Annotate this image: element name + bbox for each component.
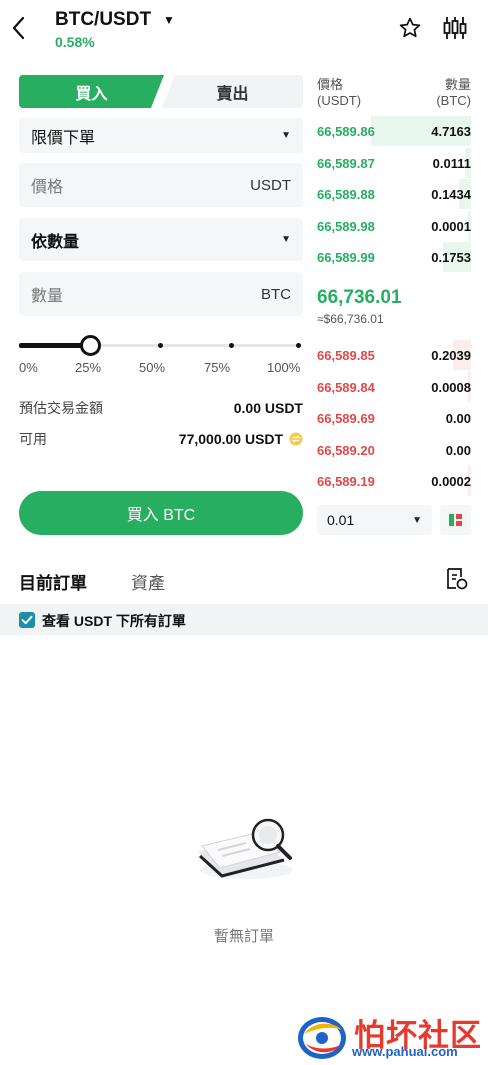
- estimate-label: 預估交易金額: [19, 400, 103, 416]
- available-value: 77,000.00: [178, 431, 242, 447]
- price-input[interactable]: 價格 USDT: [19, 163, 303, 207]
- transfer-icon[interactable]: [289, 432, 303, 446]
- ask-qty: 0.2039: [431, 347, 471, 363]
- bid-price: 66,589.99: [317, 249, 375, 265]
- favorite-star-icon[interactable]: [398, 16, 422, 40]
- chevron-down-icon: ▼: [281, 234, 291, 245]
- amount-unit: BTC: [261, 285, 291, 303]
- orderbook-layout-icon: [449, 514, 462, 526]
- bid-price: 66,589.86: [317, 123, 375, 139]
- checkmark-icon: [21, 615, 33, 625]
- filter-checkbox[interactable]: [19, 612, 35, 628]
- estimate-unit: USDT: [264, 400, 303, 416]
- available-row: 可用 77,000.00 USDT: [19, 429, 303, 449]
- price-change: 0.58%: [55, 34, 95, 50]
- orderbook-layout-button[interactable]: [440, 505, 471, 535]
- amount-input[interactable]: 數量 BTC: [19, 272, 303, 316]
- back-arrow-icon[interactable]: [8, 14, 30, 42]
- slider-handle[interactable]: [80, 335, 101, 356]
- empty-orders-text: 暫無訂單: [213, 928, 274, 945]
- ask-price: 66,589.84: [317, 379, 375, 395]
- slider-stop-75[interactable]: [229, 343, 234, 348]
- slider-stop-100[interactable]: [296, 343, 301, 348]
- last-price: 66,736.01: [317, 287, 402, 308]
- qty-header-unit: (BTC): [436, 93, 471, 108]
- trade-side-tabs: 買入 賣出: [19, 75, 303, 108]
- orderbook-bid-row[interactable]: 66,589.86 4.7163: [317, 116, 471, 146]
- bid-price: 66,589.88: [317, 186, 375, 202]
- orderbook-bid-row[interactable]: 66,589.88 0.1434: [317, 179, 471, 209]
- price-placeholder: 價格: [31, 179, 64, 196]
- orderbook-ask-row[interactable]: 66,589.20 0.00: [317, 435, 471, 465]
- orderbook-ask-row[interactable]: 66,589.85 0.2039: [317, 340, 471, 370]
- orderbook-ask-row[interactable]: 66,589.84 0.0008: [317, 372, 471, 402]
- orderbook-price-header: 價格 (USDT): [317, 77, 361, 109]
- slider-label-50: 50%: [139, 360, 166, 375]
- order-history-icon[interactable]: [444, 566, 470, 592]
- orderbook-bid-row[interactable]: 66,589.99 0.1753: [317, 242, 471, 272]
- ask-qty: 0.0002: [431, 473, 471, 489]
- depth-precision-select[interactable]: 0.01 ▼: [317, 505, 432, 535]
- estimate-value: 0.00: [233, 400, 261, 416]
- filter-checkbox-label[interactable]: 查看 USDT 下所有訂單: [42, 611, 186, 631]
- pair-title[interactable]: BTC/USDT: [55, 9, 151, 31]
- bid-qty: 0.1753: [431, 249, 471, 265]
- amount-slider[interactable]: [19, 334, 303, 356]
- bid-qty: 0.1434: [431, 186, 471, 202]
- amount-mode-select[interactable]: 依數量 ▼: [19, 218, 303, 261]
- ask-price: 66,589.20: [317, 442, 375, 458]
- orderbook-qty-header: 數量 (BTC): [420, 77, 471, 109]
- orderbook-bid-row[interactable]: 66,589.87 0.0111: [317, 148, 471, 178]
- bid-price: 66,589.98: [317, 218, 375, 234]
- price-header-label: 價格: [317, 77, 344, 92]
- available-value-group: 77,000.00 USDT: [179, 431, 303, 447]
- watermark-url: www.pahuai.com: [352, 1044, 458, 1059]
- slider-labels: 0% 25% 50% 75% 100%: [19, 360, 303, 376]
- tab-sell[interactable]: 賣出: [162, 75, 303, 108]
- tab-assets[interactable]: 資產: [131, 569, 165, 594]
- chevron-down-icon: ▼: [281, 130, 291, 141]
- chevron-down-icon: ▼: [412, 514, 422, 526]
- order-type-select[interactable]: 限價下單 ▼: [19, 118, 303, 153]
- ask-price: 66,589.69: [317, 410, 375, 426]
- price-header-unit: (USDT): [317, 93, 362, 108]
- bid-qty: 0.0001: [431, 218, 471, 234]
- available-label: 可用: [19, 431, 47, 447]
- orderbook-bid-row[interactable]: 66,589.98 0.0001: [317, 211, 471, 241]
- ask-qty: 0.00: [445, 442, 471, 458]
- orderbook-ask-row[interactable]: 66,589.69 0.00: [317, 403, 471, 433]
- slider-label-25: 25%: [75, 360, 102, 375]
- amount-placeholder: 數量: [31, 288, 64, 305]
- depth-precision-value: 0.01: [327, 512, 355, 528]
- bid-qty: 0.0111: [432, 155, 471, 171]
- slider-label-0: 0%: [19, 360, 38, 375]
- empty-orders-illustration: [198, 818, 292, 879]
- slider-label-100: 100%: [267, 360, 301, 375]
- pair-dropdown-icon[interactable]: ▼: [163, 13, 175, 27]
- tab-buy[interactable]: 買入: [19, 75, 164, 108]
- order-type-value: 限價下單: [31, 129, 96, 147]
- bid-price: 66,589.87: [317, 155, 375, 171]
- price-unit: USDT: [250, 176, 291, 194]
- orderbook-ask-row[interactable]: 66,589.19 0.0002: [317, 466, 471, 496]
- estimate-value-group: 0.00 USDT: [234, 400, 303, 416]
- estimate-row: 預估交易金額 0.00 USDT: [19, 398, 303, 418]
- ask-price: 66,589.19: [317, 473, 375, 489]
- bid-qty: 4.7163: [431, 123, 471, 139]
- last-price-usd: ≈$66,736.01: [317, 312, 384, 326]
- qty-header-label: 數量: [444, 77, 471, 92]
- tab-current-orders[interactable]: 目前訂單: [19, 569, 87, 594]
- slider-stop-50[interactable]: [158, 343, 163, 348]
- available-unit: USDT: [244, 431, 284, 447]
- ask-price: 66,589.85: [317, 347, 375, 363]
- ask-qty: 0.0008: [431, 379, 471, 395]
- candlestick-chart-icon[interactable]: [442, 16, 468, 40]
- amount-mode-value: 依數量: [31, 233, 80, 251]
- ask-qty: 0.00: [445, 410, 471, 426]
- watermark-logo: [298, 1017, 346, 1059]
- slider-label-75: 75%: [204, 360, 231, 375]
- buy-btc-button[interactable]: 買入 BTC: [19, 491, 303, 535]
